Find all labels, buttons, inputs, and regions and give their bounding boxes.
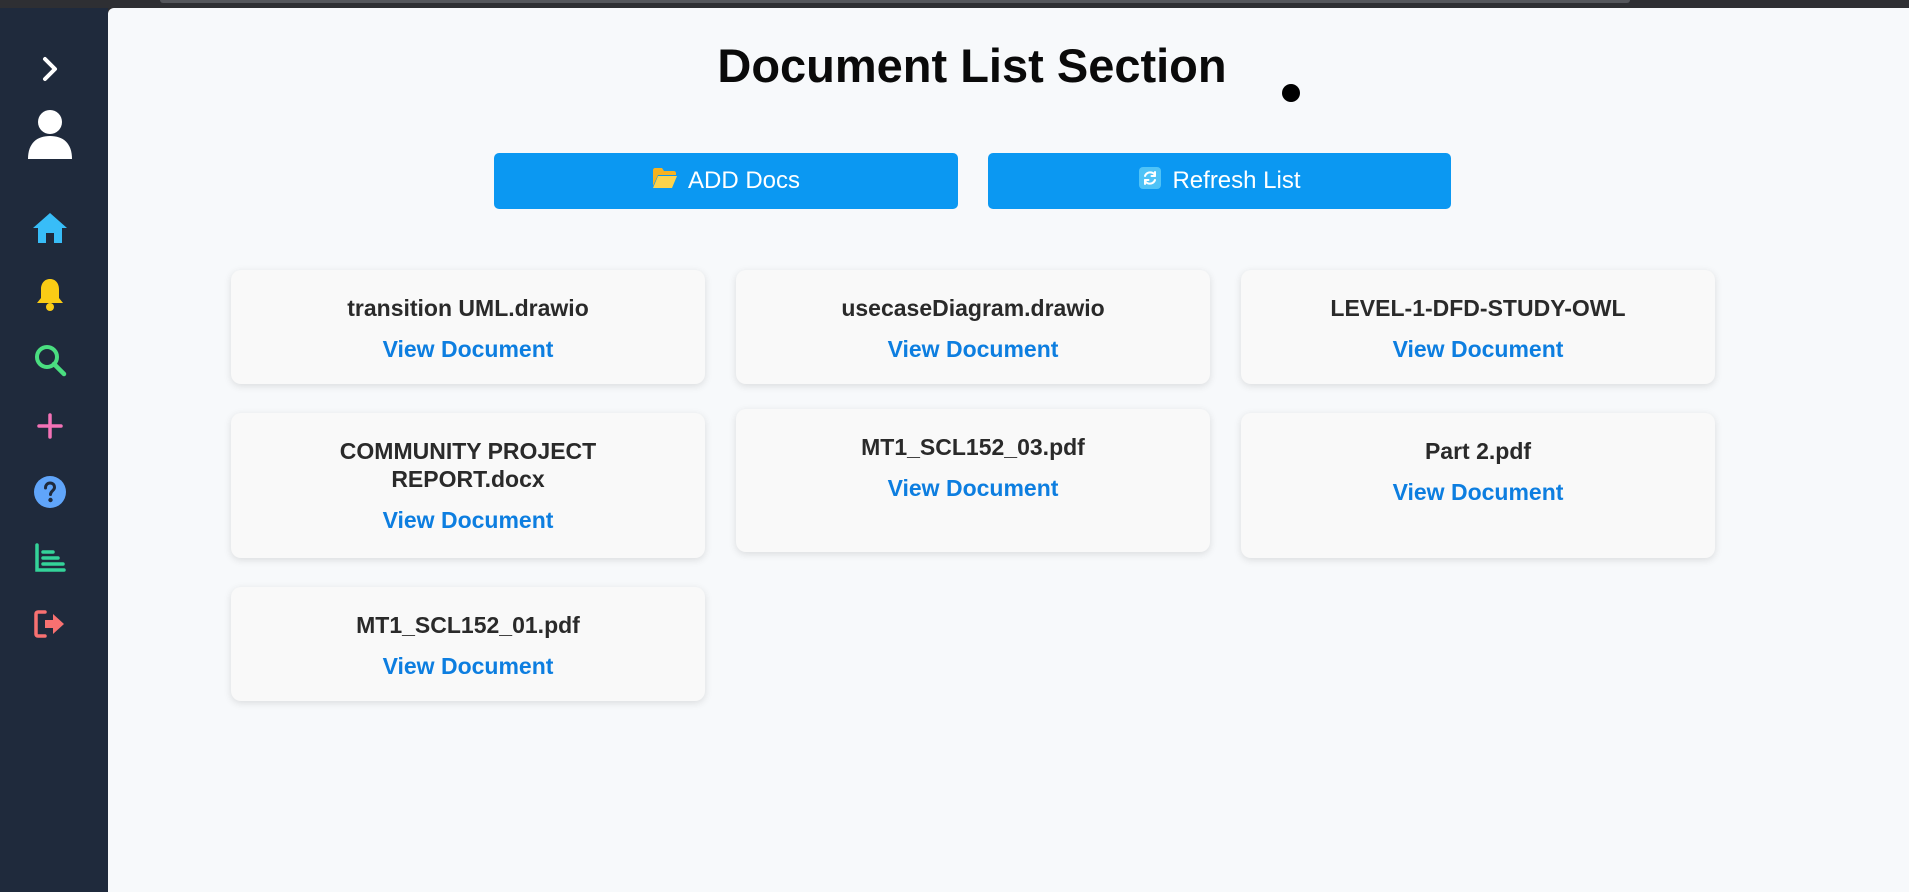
plus-icon[interactable] xyxy=(0,406,100,446)
document-card: MT1_SCL152_01.pdf View Document xyxy=(231,587,705,701)
refresh-icon xyxy=(1138,166,1162,197)
home-icon[interactable] xyxy=(0,208,100,248)
document-name: MT1_SCL152_01.pdf xyxy=(356,612,580,638)
refresh-list-label: Refresh List xyxy=(1172,167,1301,194)
logout-icon[interactable] xyxy=(0,604,100,644)
add-docs-button[interactable]: ADD Docs xyxy=(494,153,958,209)
user-icon[interactable] xyxy=(0,106,100,162)
view-document-link[interactable]: View Document xyxy=(383,336,554,363)
page-title: Document List Section xyxy=(717,39,1227,92)
chevron-right-icon[interactable] xyxy=(0,49,100,89)
document-name: usecaseDiagram.drawio xyxy=(841,295,1105,321)
view-document-link[interactable]: View Document xyxy=(888,475,1059,502)
chart-icon[interactable] xyxy=(0,538,100,578)
document-name: Part 2.pdf xyxy=(1424,438,1532,464)
document-card: transition UML.drawio View Document xyxy=(231,270,705,384)
help-icon[interactable] xyxy=(0,472,100,512)
bell-icon[interactable] xyxy=(0,274,100,314)
document-name: LEVEL-1-DFD-STUDY-OWL xyxy=(1330,295,1626,321)
view-document-link[interactable]: View Document xyxy=(888,336,1059,363)
address-bar-edge xyxy=(160,0,1630,3)
document-card: Part 2.pdf View Document xyxy=(1241,413,1715,558)
document-card: COMMUNITY PROJECT REPORT.docx View Docum… xyxy=(231,413,705,558)
view-document-link[interactable]: View Document xyxy=(383,653,554,680)
search-icon[interactable] xyxy=(0,340,100,380)
document-card: MT1_SCL152_03.pdf View Document xyxy=(736,409,1210,552)
refresh-list-button[interactable]: Refresh List xyxy=(988,153,1451,209)
window-top-bar xyxy=(0,0,1909,8)
document-name: transition UML.drawio xyxy=(347,295,589,321)
main-content: Document List Section ADD Docs Refresh L… xyxy=(108,8,1909,892)
document-card: LEVEL-1-DFD-STUDY-OWL View Document xyxy=(1241,270,1715,384)
view-document-link[interactable]: View Document xyxy=(1393,336,1564,363)
document-card: usecaseDiagram.drawio View Document xyxy=(736,270,1210,384)
folder-icon xyxy=(652,167,678,196)
view-document-link[interactable]: View Document xyxy=(383,507,554,534)
add-docs-label: ADD Docs xyxy=(687,167,801,194)
document-name: COMMUNITY PROJECT REPORT.docx xyxy=(339,438,597,492)
sidebar xyxy=(0,8,108,892)
view-document-link[interactable]: View Document xyxy=(1393,479,1564,506)
document-name: MT1_SCL152_03.pdf xyxy=(861,434,1085,460)
cursor-dot xyxy=(1282,84,1300,102)
